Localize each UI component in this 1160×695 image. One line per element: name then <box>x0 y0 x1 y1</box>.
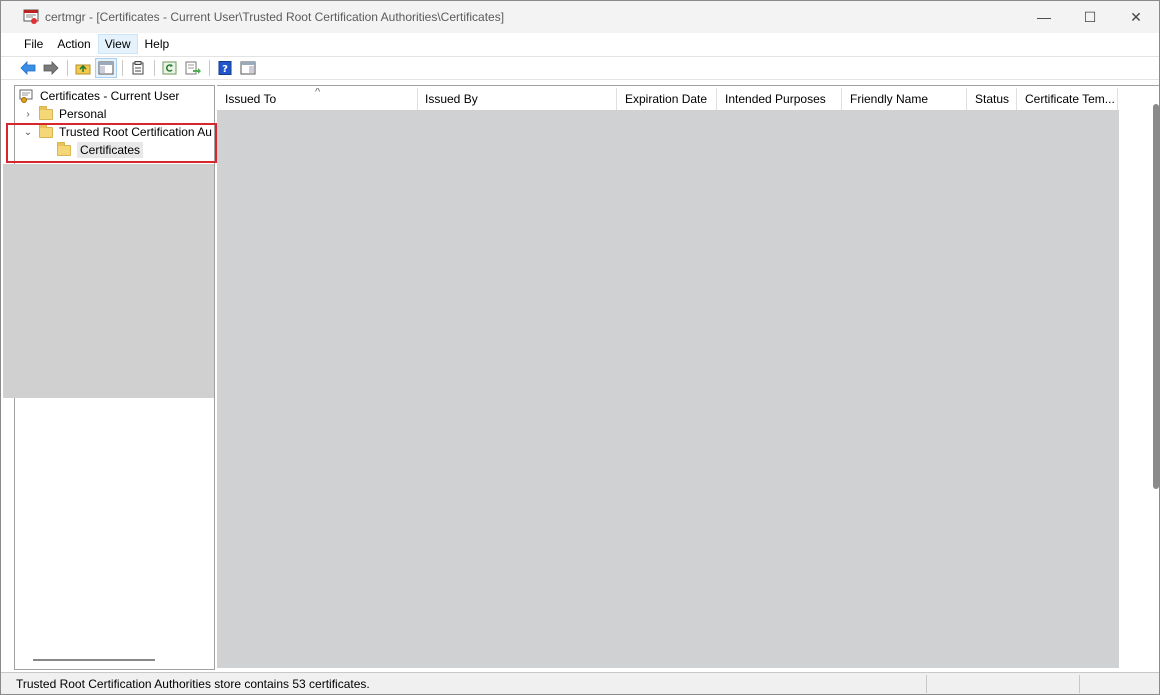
column-certificate-template[interactable]: Certificate Tem... <box>1017 88 1118 110</box>
column-label: Expiration Date <box>625 92 708 106</box>
column-label: Issued To <box>225 92 277 106</box>
show-hide-console-tree-icon <box>98 61 114 75</box>
column-issued-by[interactable]: Issued By <box>417 88 617 110</box>
maximize-button[interactable]: ☐ <box>1067 1 1113 33</box>
column-label: Friendly Name <box>850 92 929 106</box>
toolbar-separator <box>209 60 210 76</box>
show-hide-action-pane-button[interactable] <box>237 58 259 78</box>
minimize-icon: — <box>1037 9 1051 25</box>
column-friendly-name[interactable]: Friendly Name <box>842 88 967 110</box>
menu-bar: File Action View Help <box>1 33 1159 55</box>
back-button[interactable] <box>17 58 39 78</box>
menu-help[interactable]: Help <box>138 34 177 54</box>
toolbar-separator <box>154 60 155 76</box>
toolbar-separator <box>122 60 123 76</box>
export-list-button[interactable] <box>182 58 204 78</box>
back-arrow-icon <box>20 61 36 75</box>
show-hide-console-tree-button[interactable] <box>95 58 117 78</box>
column-status[interactable]: Status <box>967 88 1017 110</box>
certmgr-app-icon <box>23 9 39 25</box>
forward-arrow-icon <box>43 61 59 75</box>
properties-icon <box>132 61 144 75</box>
status-bar: Trusted Root Certification Authorities s… <box>1 672 1159 694</box>
toolbar-separator <box>67 60 68 76</box>
minimize-button[interactable]: — <box>1021 1 1067 33</box>
maximize-icon: ☐ <box>1083 8 1097 25</box>
chevron-right-icon[interactable]: › <box>21 109 35 120</box>
column-label: Status <box>975 92 1010 106</box>
column-expiration-date[interactable]: Expiration Date <box>617 88 717 110</box>
forward-button[interactable] <box>40 58 62 78</box>
column-label: Issued By <box>425 92 478 106</box>
menu-file[interactable]: File <box>17 34 50 54</box>
tree-horizontal-scrollbar[interactable] <box>33 659 155 661</box>
svg-text:?: ? <box>222 64 228 75</box>
menu-view[interactable]: View <box>97 34 138 54</box>
tree-item-root[interactable]: Certificates - Current User <box>19 87 179 105</box>
sort-ascending-icon: ^ <box>315 88 321 98</box>
column-label: Intended Purposes <box>725 92 826 106</box>
status-bar-segment <box>1079 675 1080 693</box>
tree-item-personal[interactable]: › Personal <box>21 105 106 123</box>
help-icon: ? <box>218 61 232 75</box>
certificate-list-pane[interactable]: ^ Issued To Issued By Expiration Date In… <box>217 85 1159 670</box>
up-folder-icon <box>75 64 91 75</box>
refresh-icon <box>162 61 177 75</box>
redacted-area <box>3 164 214 398</box>
redacted-list-area <box>217 110 1119 668</box>
title-bar[interactable]: certmgr - [Certificates - Current User\T… <box>1 1 1159 33</box>
properties-button[interactable] <box>127 58 149 78</box>
refresh-button[interactable] <box>159 58 181 78</box>
tree-root-label: Certificates - Current User <box>40 89 180 103</box>
up-one-level-button[interactable] <box>72 58 94 78</box>
action-pane-icon <box>240 61 256 75</box>
column-issued-to[interactable]: ^ Issued To <box>217 88 418 110</box>
certmgr-window: certmgr - [Certificates - Current User\T… <box>0 0 1160 695</box>
menu-action[interactable]: Action <box>50 34 97 54</box>
status-bar-segment <box>926 675 927 693</box>
close-icon: ✕ <box>1130 8 1142 25</box>
window-title: certmgr - [Certificates - Current User\T… <box>45 10 505 24</box>
folder-icon <box>39 105 53 120</box>
certificate-store-icon <box>19 89 33 103</box>
export-list-icon <box>185 61 201 75</box>
highlight-annotation <box>6 123 217 163</box>
column-intended-purposes[interactable]: Intended Purposes <box>717 88 842 110</box>
close-button[interactable]: ✕ <box>1113 1 1159 33</box>
list-vertical-scrollbar[interactable] <box>1153 104 1159 489</box>
tree-item-label: Personal <box>59 107 107 121</box>
column-label: Certificate Tem... <box>1025 92 1115 106</box>
help-button[interactable]: ? <box>214 58 236 78</box>
toolbar: ? <box>1 56 1159 80</box>
status-text: Trusted Root Certification Authorities s… <box>16 676 370 691</box>
